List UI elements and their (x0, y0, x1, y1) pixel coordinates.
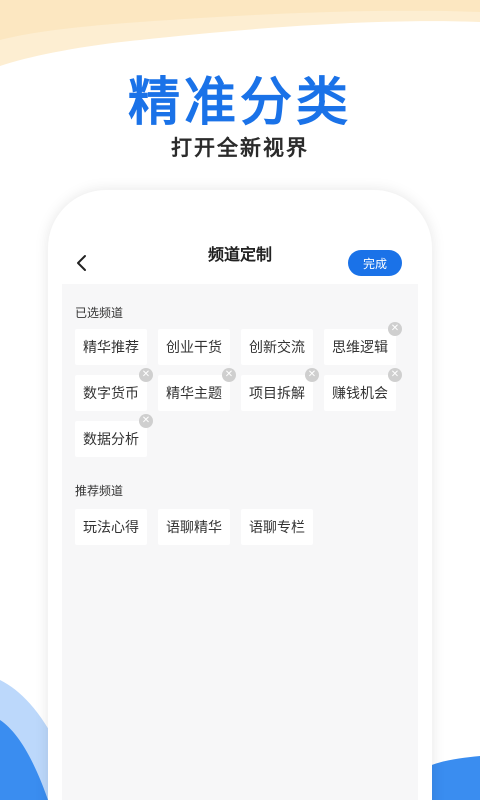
channel-chip[interactable]: 创新交流 (241, 329, 313, 365)
recommended-chip[interactable]: 语聊专栏 (241, 509, 313, 545)
channel-chip[interactable]: 数据分析 ✕ (75, 414, 153, 457)
nav-title: 频道定制 (207, 245, 272, 264)
close-icon[interactable]: ✕ (388, 322, 402, 336)
promo-title: 精准分类 (127, 73, 352, 133)
nav-bar: 频道定制 完成 (62, 222, 418, 284)
selected-channels-label: 已选频道 (75, 306, 124, 320)
channel-chip[interactable]: 数字货币 ✕ (75, 368, 153, 411)
channel-chip-label: 创新交流 (249, 340, 305, 356)
channel-chip-label: 数字货币 (83, 386, 139, 402)
close-icon[interactable]: ✕ (222, 368, 236, 382)
chevron-left-icon[interactable] (74, 253, 90, 273)
channel-chip-label: 玩法心得 (83, 520, 139, 536)
channel-chip-label: 思维逻辑 (332, 340, 388, 356)
recommended-channels-label: 推荐频道 (75, 484, 124, 498)
channel-chip-label: 创业干货 (166, 340, 222, 356)
channel-chip-label: 语聊专栏 (249, 520, 305, 536)
channel-chip[interactable]: 项目拆解 ✕ (241, 368, 319, 411)
channel-customize-screen: 频道定制 完成 已选频道 精华推荐 创业干货 创新交流 思维逻辑 ✕ 数字货币 … (62, 222, 418, 800)
channel-content: 已选频道 精华推荐 创业干货 创新交流 思维逻辑 ✕ 数字货币 ✕ 精华主题 ✕… (62, 284, 418, 800)
channel-chip[interactable]: 精华推荐 (75, 329, 147, 365)
channel-chip-label: 精华推荐 (83, 340, 139, 356)
channel-chip-label: 项目拆解 (249, 386, 305, 402)
close-icon[interactable]: ✕ (388, 368, 402, 382)
promo-subtitle: 打开全新视界 (171, 136, 309, 160)
channel-chip[interactable]: 赚钱机会 ✕ (324, 368, 402, 411)
recommended-chip[interactable]: 语聊精华 (158, 509, 230, 545)
channel-chip-label: 精华主题 (166, 386, 222, 402)
channel-chip-label: 数据分析 (83, 432, 139, 448)
channel-chip-label: 语聊精华 (166, 520, 222, 536)
done-button[interactable]: 完成 (348, 250, 402, 276)
close-icon[interactable]: ✕ (139, 368, 153, 382)
close-icon[interactable]: ✕ (305, 368, 319, 382)
recommended-chip[interactable]: 玩法心得 (75, 509, 147, 545)
channel-chip[interactable]: 精华主题 ✕ (158, 368, 236, 411)
channel-chip[interactable]: 思维逻辑 ✕ (324, 322, 402, 365)
close-icon[interactable]: ✕ (139, 414, 153, 428)
channel-chip-label: 赚钱机会 (332, 386, 388, 402)
channel-chip[interactable]: 创业干货 (158, 329, 230, 365)
